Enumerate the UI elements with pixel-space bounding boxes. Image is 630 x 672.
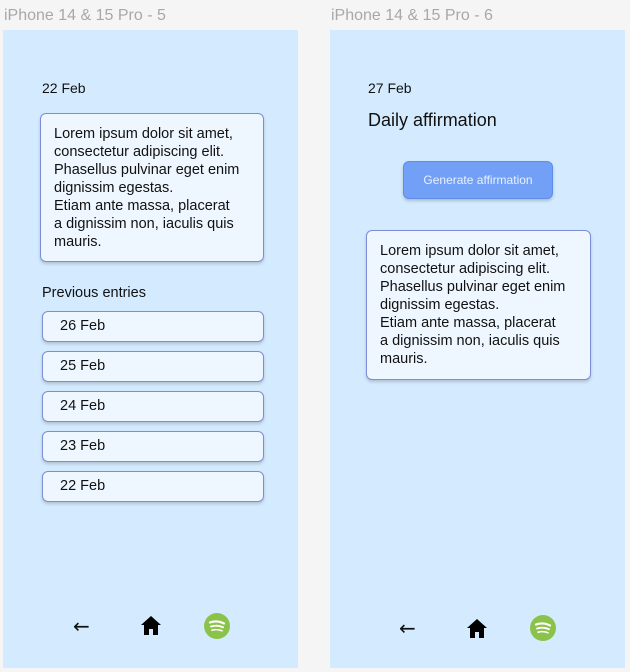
frame-label-6: iPhone 14 & 15 Pro - 6: [331, 7, 493, 24]
spotify-icon[interactable]: [530, 615, 556, 646]
previous-entries-heading: Previous entries: [42, 285, 146, 301]
previous-entry-item[interactable]: 24 Feb: [42, 391, 264, 422]
spotify-icon[interactable]: [204, 613, 230, 644]
previous-entry-item[interactable]: 25 Feb: [42, 351, 264, 382]
frame-label-5: iPhone 14 & 15 Pro - 5: [4, 7, 166, 24]
generate-affirmation-button[interactable]: Generate affirmation: [403, 161, 553, 199]
home-icon[interactable]: [140, 615, 162, 641]
phone-frame-affirmation: 27 Feb Daily affirmation Generate affirm…: [330, 30, 625, 668]
previous-entry-item[interactable]: 22 Feb: [42, 471, 264, 502]
back-arrow-icon[interactable]: ←: [73, 616, 90, 636]
phone-frame-journal: 22 Feb Lorem ipsum dolor sit amet, conse…: [3, 30, 298, 668]
entry-date: 22 Feb: [42, 80, 86, 96]
affirmation-card: Lorem ipsum dolor sit amet, consectetur …: [366, 230, 591, 380]
home-icon[interactable]: [466, 618, 488, 644]
entry-date: 27 Feb: [368, 80, 412, 96]
journal-entry-card[interactable]: Lorem ipsum dolor sit amet, consectetur …: [40, 113, 264, 262]
previous-entry-item[interactable]: 23 Feb: [42, 431, 264, 462]
page-title: Daily affirmation: [368, 110, 497, 130]
previous-entry-item[interactable]: 26 Feb: [42, 311, 264, 342]
back-arrow-icon[interactable]: ←: [399, 618, 416, 638]
